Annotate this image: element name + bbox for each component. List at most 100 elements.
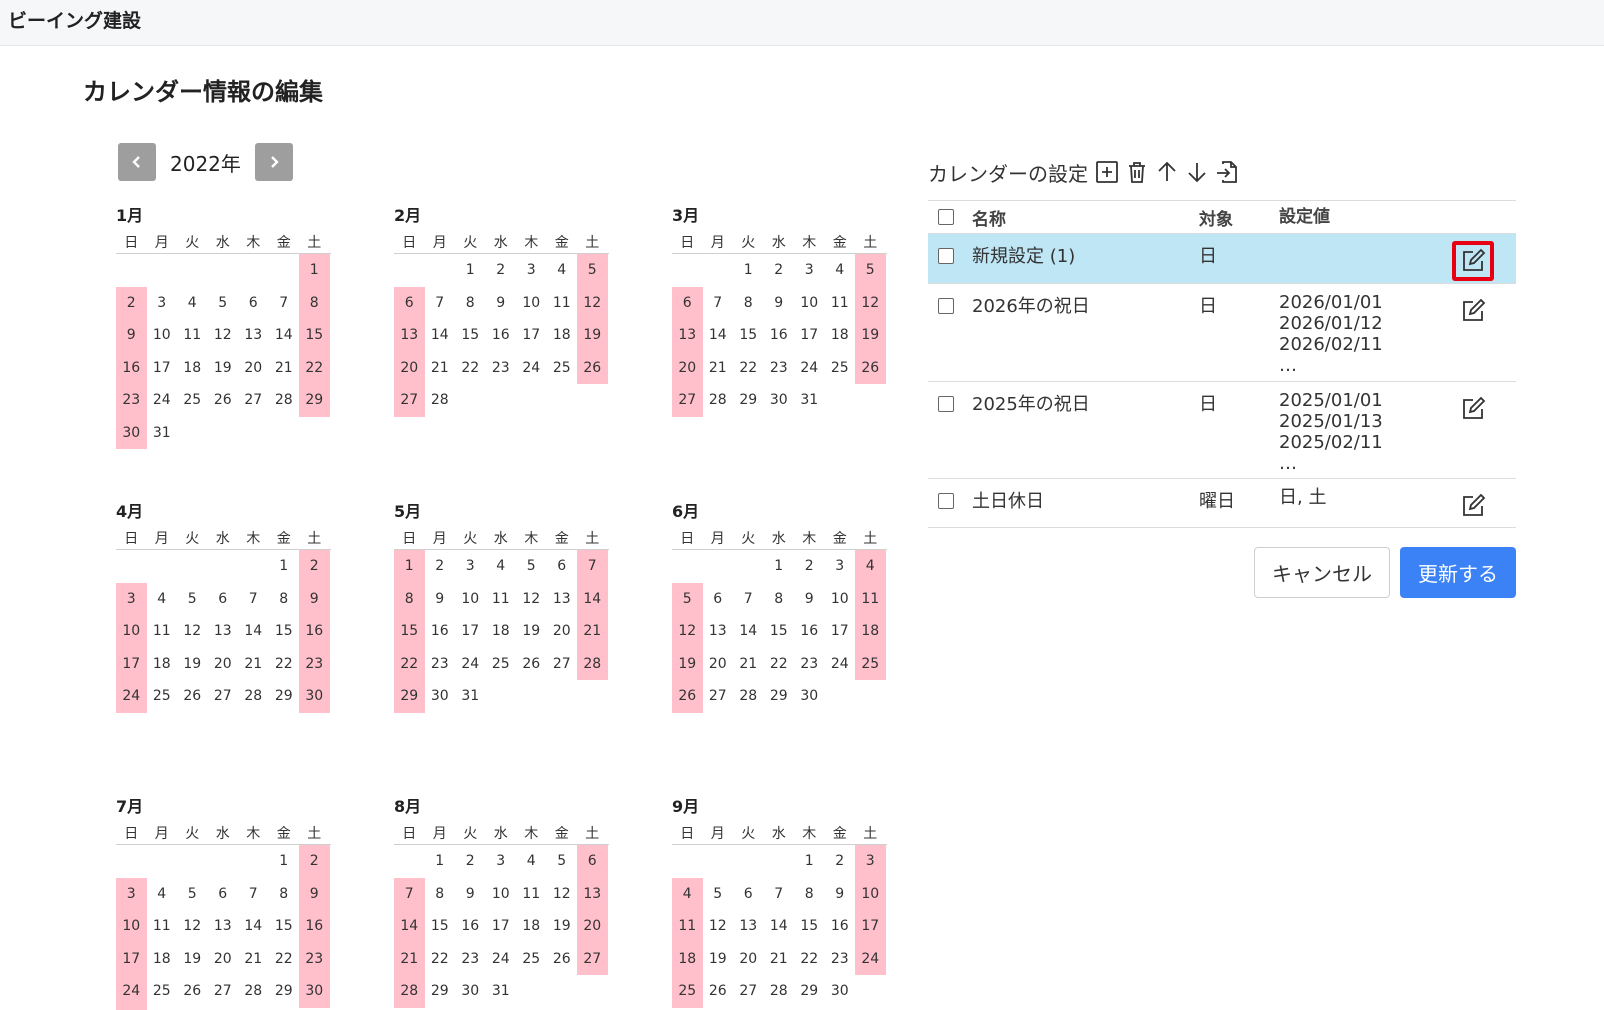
calendar-day[interactable]: 9 <box>455 878 486 911</box>
calendar-day[interactable]: 10 <box>116 615 147 648</box>
calendar-day[interactable]: 10 <box>794 287 825 320</box>
calendar-day[interactable]: 26 <box>703 975 734 1008</box>
calendar-day[interactable]: 3 <box>455 550 486 583</box>
calendar-day[interactable]: 16 <box>299 910 330 943</box>
calendar-day[interactable]: 20 <box>672 351 703 384</box>
calendar-day[interactable]: 3 <box>794 254 825 287</box>
calendar-day[interactable]: 14 <box>764 910 795 943</box>
calendar-day[interactable]: 29 <box>794 975 825 1008</box>
table-row[interactable]: 2026年の祝日 日 2026/01/01 2026/01/12 2026/02… <box>928 283 1516 381</box>
move-up-button[interactable] <box>1152 157 1182 187</box>
edit-button[interactable] <box>1452 389 1494 429</box>
calendar-day[interactable]: 13 <box>394 319 425 352</box>
calendar-day[interactable]: 11 <box>672 910 703 943</box>
calendar-day[interactable]: 17 <box>794 319 825 352</box>
calendar-day[interactable]: 18 <box>825 319 856 352</box>
calendar-day[interactable]: 24 <box>855 942 886 975</box>
calendar-day[interactable]: 8 <box>794 878 825 911</box>
calendar-day[interactable]: 19 <box>672 647 703 680</box>
calendar-day[interactable]: 4 <box>147 878 178 911</box>
calendar-day[interactable]: 29 <box>299 384 330 417</box>
calendar-day[interactable]: 14 <box>733 615 764 648</box>
calendar-day[interactable]: 26 <box>672 680 703 713</box>
calendar-day[interactable]: 11 <box>147 910 178 943</box>
calendar-day[interactable]: 18 <box>147 943 178 976</box>
calendar-day[interactable]: 21 <box>764 943 795 976</box>
calendar-day[interactable]: 7 <box>577 550 608 583</box>
edit-button[interactable] <box>1451 241 1494 281</box>
calendar-day[interactable]: 12 <box>855 286 886 319</box>
calendar-day[interactable]: 26 <box>177 975 208 1008</box>
calendar-day[interactable]: 18 <box>147 648 178 681</box>
calendar-day[interactable]: 8 <box>269 878 300 911</box>
calendar-day[interactable]: 22 <box>299 351 330 384</box>
calendar-day[interactable]: 22 <box>764 648 795 681</box>
add-setting-button[interactable] <box>1092 157 1122 187</box>
table-row[interactable]: 新規設定 (1) 日 <box>928 233 1516 283</box>
calendar-day[interactable]: 17 <box>116 647 147 680</box>
calendar-day[interactable]: 20 <box>208 648 239 681</box>
calendar-day[interactable]: 6 <box>547 550 578 583</box>
edit-button[interactable] <box>1452 291 1494 331</box>
calendar-day[interactable]: 9 <box>116 319 147 352</box>
calendar-day[interactable]: 2 <box>486 254 517 287</box>
move-down-button[interactable] <box>1182 157 1212 187</box>
calendar-day[interactable]: 10 <box>516 287 547 320</box>
calendar-day[interactable]: 18 <box>177 352 208 385</box>
calendar-day[interactable]: 25 <box>825 352 856 385</box>
calendar-day[interactable]: 14 <box>269 319 300 352</box>
calendar-day[interactable]: 6 <box>238 287 269 320</box>
calendar-day[interactable]: 16 <box>116 351 147 384</box>
calendar-day[interactable]: 17 <box>855 910 886 943</box>
calendar-day[interactable]: 20 <box>547 615 578 648</box>
calendar-day[interactable]: 8 <box>269 583 300 616</box>
calendar-day[interactable]: 1 <box>733 254 764 287</box>
calendar-day[interactable]: 24 <box>825 648 856 681</box>
calendar-day[interactable]: 16 <box>825 910 856 943</box>
calendar-day[interactable]: 11 <box>825 287 856 320</box>
calendar-day[interactable]: 27 <box>547 648 578 681</box>
calendar-day[interactable]: 9 <box>299 877 330 910</box>
calendar-day[interactable]: 16 <box>425 615 456 648</box>
calendar-day[interactable]: 3 <box>516 254 547 287</box>
calendar-day[interactable]: 23 <box>764 352 795 385</box>
calendar-day[interactable]: 24 <box>794 352 825 385</box>
calendar-day[interactable]: 25 <box>516 943 547 976</box>
calendar-day[interactable]: 15 <box>394 615 425 648</box>
calendar-day[interactable]: 10 <box>147 319 178 352</box>
calendar-day[interactable]: 13 <box>733 910 764 943</box>
calendar-day[interactable]: 23 <box>299 647 330 680</box>
calendar-day[interactable]: 16 <box>794 615 825 648</box>
calendar-day[interactable]: 26 <box>177 680 208 713</box>
calendar-day[interactable]: 3 <box>116 582 147 615</box>
calendar-day[interactable]: 9 <box>825 878 856 911</box>
calendar-day[interactable]: 3 <box>855 845 886 878</box>
calendar-day[interactable]: 28 <box>764 975 795 1008</box>
calendar-day[interactable]: 12 <box>703 910 734 943</box>
calendar-day[interactable]: 5 <box>177 583 208 616</box>
calendar-day[interactable]: 5 <box>516 550 547 583</box>
calendar-day[interactable]: 6 <box>733 878 764 911</box>
calendar-day[interactable]: 18 <box>486 615 517 648</box>
row-checkbox[interactable] <box>938 396 954 412</box>
calendar-day[interactable]: 12 <box>177 910 208 943</box>
calendar-day[interactable]: 5 <box>703 878 734 911</box>
calendar-day[interactable]: 30 <box>825 975 856 1008</box>
calendar-day[interactable]: 1 <box>425 845 456 878</box>
calendar-day[interactable]: 1 <box>394 550 425 583</box>
calendar-day[interactable]: 21 <box>703 352 734 385</box>
calendar-day[interactable]: 25 <box>177 384 208 417</box>
calendar-day[interactable]: 1 <box>794 845 825 878</box>
calendar-day[interactable]: 17 <box>455 615 486 648</box>
calendar-day[interactable]: 2 <box>299 550 330 583</box>
calendar-day[interactable]: 23 <box>425 648 456 681</box>
calendar-day[interactable]: 3 <box>825 550 856 583</box>
calendar-day[interactable]: 15 <box>764 615 795 648</box>
calendar-day[interactable]: 30 <box>299 680 330 713</box>
calendar-day[interactable]: 7 <box>238 583 269 616</box>
calendar-day[interactable]: 27 <box>577 942 608 975</box>
calendar-day[interactable]: 21 <box>577 615 608 648</box>
calendar-day[interactable]: 27 <box>733 975 764 1008</box>
calendar-day[interactable]: 14 <box>425 319 456 352</box>
calendar-day[interactable]: 26 <box>208 384 239 417</box>
